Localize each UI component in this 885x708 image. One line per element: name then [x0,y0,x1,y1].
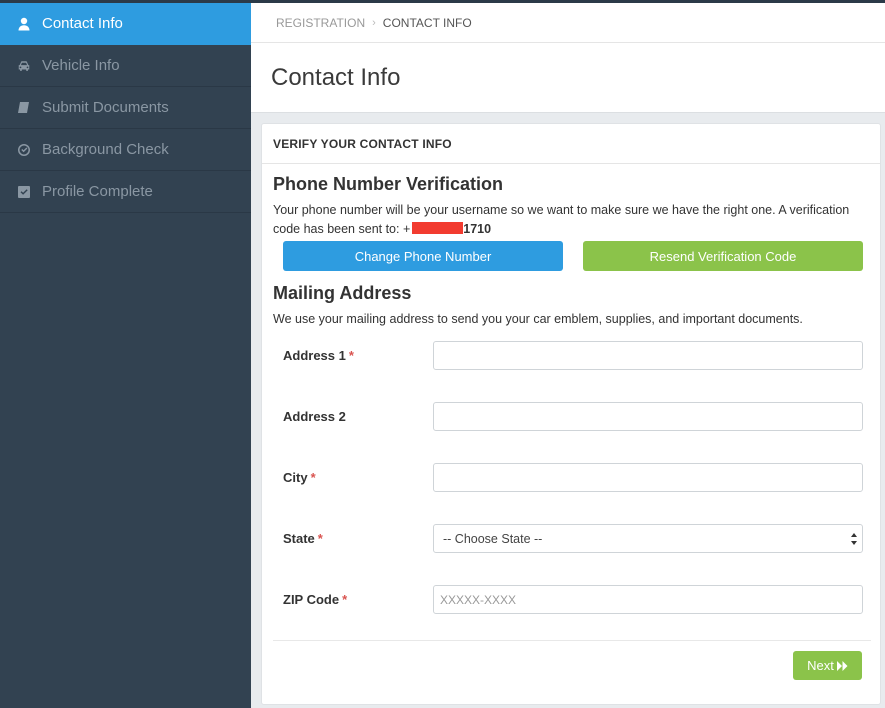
next-button[interactable]: Next [793,651,862,680]
zip-label: ZIP Code * [283,592,347,607]
breadcrumb-current: CONTACT INFO [382,15,472,30]
phone-buttons: Change Phone Number Resend Verification … [273,241,880,271]
sidebar: Contact Info Vehicle Info Submit Documen… [0,3,251,708]
panel-body: Phone Number Verification Your phone num… [262,164,880,646]
state-label-text: State [283,531,315,546]
panel-heading: VERIFY YOUR CONTACT INFO [262,124,880,164]
breadcrumb: REGISTRATION › CONTACT INFO [251,3,885,43]
sidebar-item-label: Contact Info [42,15,123,32]
sidebar-item-label: Submit Documents [42,99,169,116]
page-title: Contact Info [271,63,401,91]
state-label: State * [283,531,323,546]
breadcrumb-separator: › [372,16,376,29]
check-square-icon [17,185,31,199]
breadcrumb-registration[interactable]: REGISTRATION [276,16,365,30]
city-label: City * [283,470,316,485]
mailing-address-heading: Mailing Address [273,283,412,303]
sidebar-item-vehicle-info[interactable]: Vehicle Info [0,45,251,87]
sidebar-item-profile-complete[interactable]: Profile Complete [0,171,251,213]
required-marker: * [317,531,323,546]
user-icon [17,17,31,31]
required-marker: * [342,592,348,607]
address2-label: Address 2 [283,409,346,424]
check-circle-icon [17,143,31,157]
car-icon [17,59,31,73]
page-header: Contact Info [251,43,885,113]
sidebar-item-background-check[interactable]: Background Check [0,129,251,171]
state-select[interactable]: -- Choose State -- [433,524,863,553]
book-icon [17,101,31,115]
change-phone-number-button[interactable]: Change Phone Number [283,241,563,271]
select-arrows-icon [851,533,857,545]
address1-row: Address 1 * [273,341,880,402]
phone-verification-heading: Phone Number Verification [273,174,504,194]
sidebar-item-label: Background Check [42,141,169,158]
contact-info-panel: VERIFY YOUR CONTACT INFO Phone Number Ve… [261,123,881,705]
address1-label: Address 1 * [283,348,354,363]
phone-number-tail: 1710 [463,222,492,236]
address2-input[interactable] [433,402,863,431]
state-row: State * -- Choose State -- [273,524,880,585]
zip-row: ZIP Code * [273,585,880,646]
zip-code-input[interactable] [433,585,863,614]
city-row: City * [273,463,880,524]
mailing-address-description: We use your mailing address to send you … [273,312,803,326]
address2-row: Address 2 [273,402,880,463]
sidebar-item-contact-info[interactable]: Contact Info [0,3,251,45]
phone-description-text: Your phone number will be your username … [273,203,850,236]
main-content: REGISTRATION › CONTACT INFO Contact Info… [251,3,885,708]
sidebar-item-submit-documents[interactable]: Submit Documents [0,87,251,129]
redacted-phone-digits [412,222,464,234]
zip-label-text: ZIP Code [283,592,340,607]
address1-input[interactable] [433,341,863,370]
address1-label-text: Address 1 [283,348,346,363]
city-label-text: City [283,470,308,485]
sidebar-item-label: Profile Complete [42,183,153,200]
next-button-label: Next [807,658,834,673]
phone-verification-description: Your phone number will be your username … [273,201,871,239]
state-selected-value: -- Choose State -- [443,531,543,546]
required-marker: * [348,348,354,363]
resend-verification-code-button[interactable]: Resend Verification Code [583,241,863,271]
double-chevron-right-icon [836,660,848,671]
footer-divider [273,640,871,641]
sidebar-item-label: Vehicle Info [42,57,120,74]
city-input[interactable] [433,463,863,492]
required-marker: * [310,470,316,485]
